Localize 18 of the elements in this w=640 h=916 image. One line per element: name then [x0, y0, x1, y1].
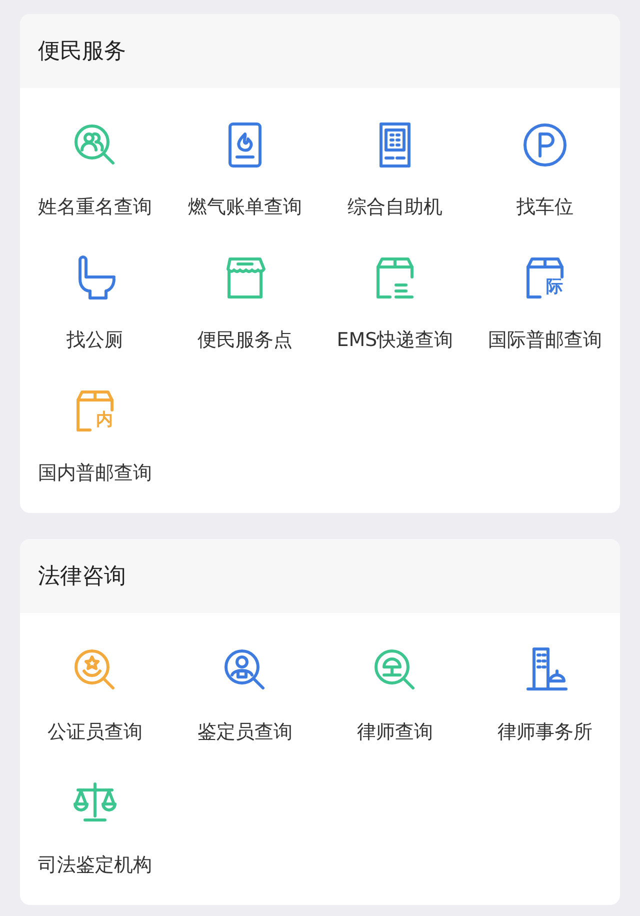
service-tile[interactable]: 际 国际普邮查询 — [470, 221, 620, 354]
service-tile[interactable]: 律师查询 — [320, 613, 470, 746]
badge-text: 际 — [546, 279, 563, 296]
service-tile[interactable]: 找公厕 — [20, 221, 170, 354]
service-tile[interactable]: 公证员查询 — [20, 613, 170, 746]
section-title: 法律咨询 — [38, 563, 126, 591]
service-tile[interactable]: 综合自助机 — [320, 88, 470, 221]
service-tile[interactable]: 律师事务所 — [470, 613, 620, 746]
service-tile[interactable]: 燃气账单查询 — [170, 88, 320, 221]
badge-text: 内 — [96, 412, 113, 429]
service-tile[interactable]: 找车位 — [470, 88, 620, 221]
service-tile[interactable]: 司法鉴定机构 — [20, 746, 170, 879]
section-title: 便民服务 — [38, 38, 126, 66]
service-tile[interactable]: EMS快递查询 — [320, 221, 470, 354]
service-tile[interactable]: 内 国内普邮查询 — [20, 354, 170, 487]
service-tile[interactable]: 鉴定员查询 — [170, 613, 320, 746]
service-tile[interactable]: 姓名重名查询 — [20, 88, 170, 221]
service-tile[interactable]: 便民服务点 — [170, 221, 320, 354]
